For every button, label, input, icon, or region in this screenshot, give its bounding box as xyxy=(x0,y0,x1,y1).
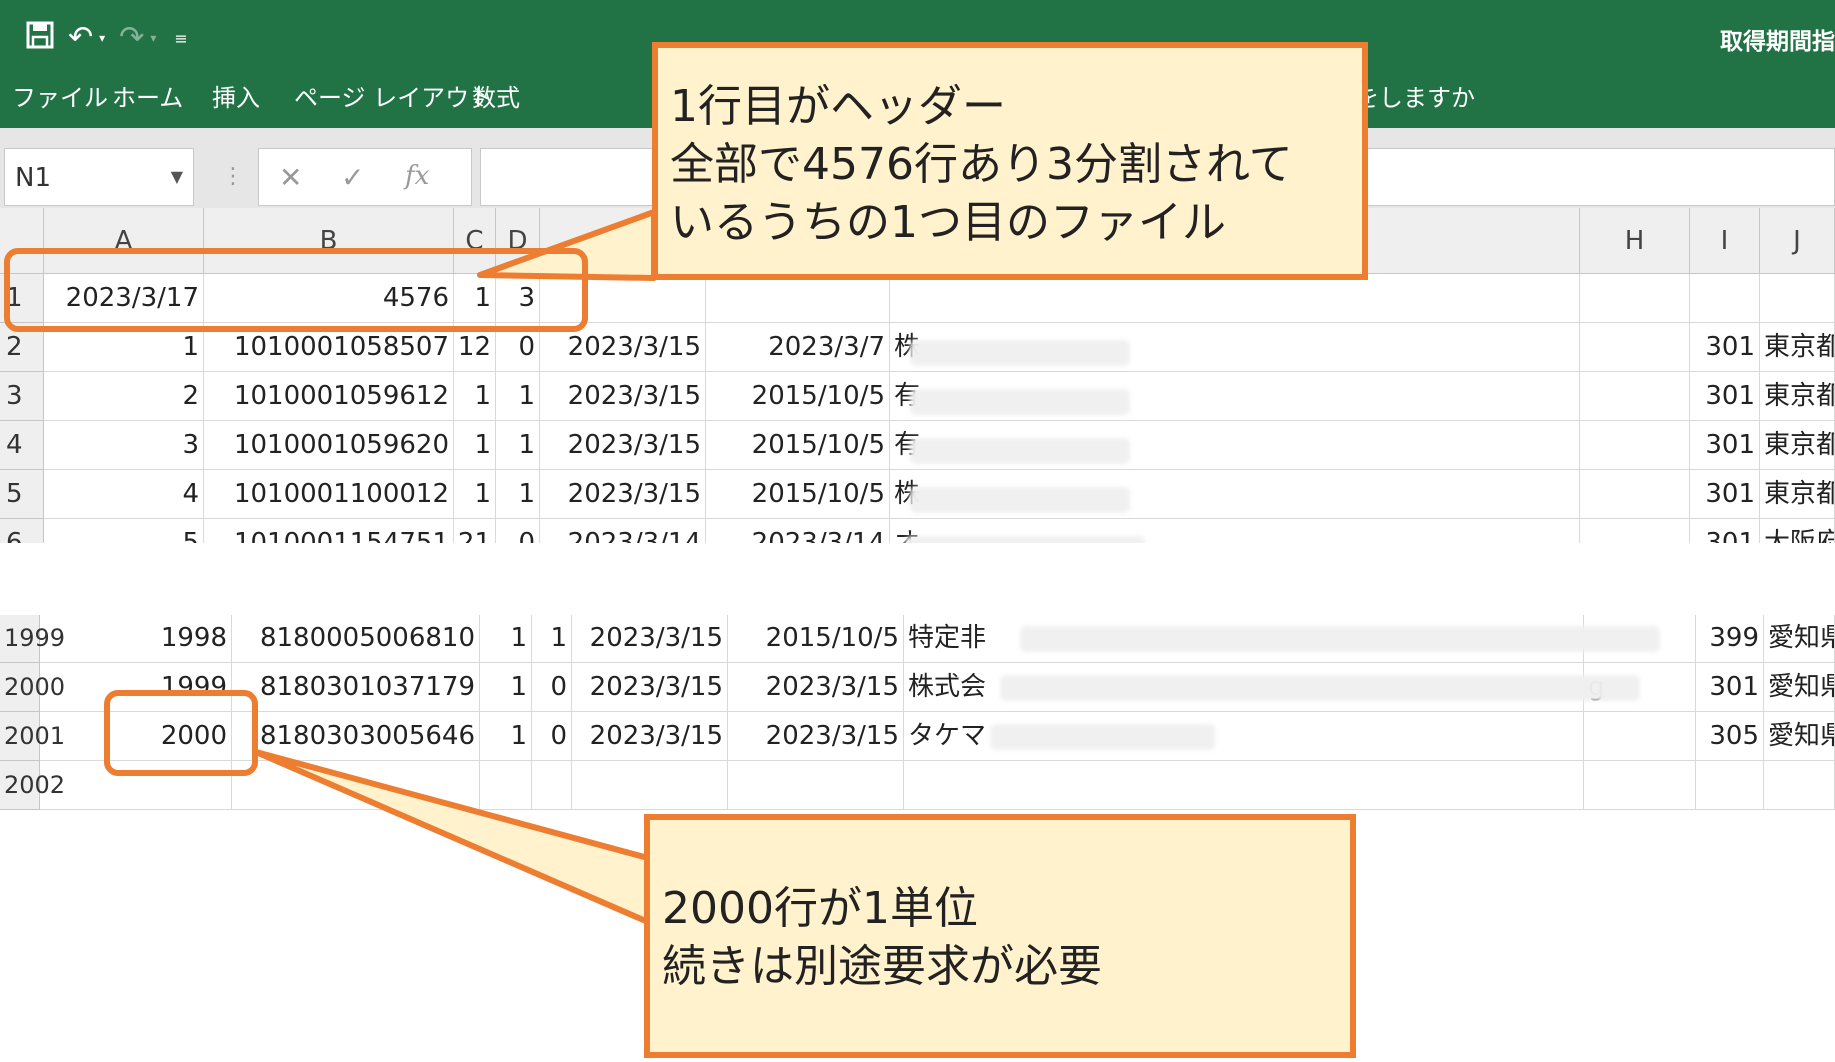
top-callout-line-3: いるうちの1つ目のファイル xyxy=(670,197,1226,248)
header-row-highlight xyxy=(4,248,588,332)
row-2000-highlight xyxy=(104,690,258,776)
bottom-callout-line-1: 2000行が1単位 xyxy=(662,883,978,934)
bottom-callout: 2000行が1単位 続きは別途要求が必要 xyxy=(644,814,1356,1058)
top-callout-line-2: 全部で4576行あり3分割されて xyxy=(670,139,1293,190)
top-callout-line-1: 1行目がヘッダー xyxy=(670,81,1006,132)
bottom-callout-line-2: 続きは別途要求が必要 xyxy=(662,941,1102,992)
bottom-callout-pointer xyxy=(253,749,651,925)
top-callout: 1行目がヘッダー 全部で4576行あり3分割されて いるうちの1つ目のファイル xyxy=(652,42,1368,280)
